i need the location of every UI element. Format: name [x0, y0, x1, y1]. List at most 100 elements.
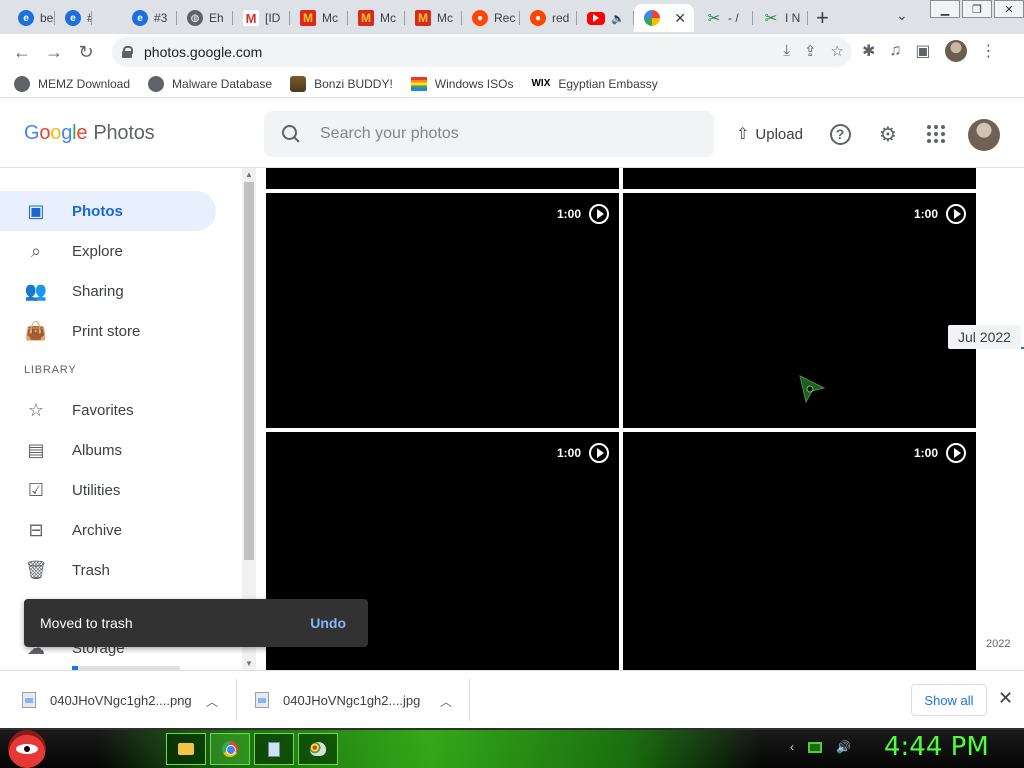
ie-icon: e	[132, 10, 148, 26]
back-button[interactable]: ←	[10, 40, 34, 64]
side-panel-icon[interactable]: ▣	[915, 41, 930, 61]
bookmark-item[interactable]: Bonzi BUDDY!	[290, 75, 393, 92]
forward-button[interactable]: →	[42, 40, 66, 64]
close-icon[interactable]: ✕	[674, 10, 686, 27]
media-control-icon[interactable]: ♫	[889, 42, 901, 60]
reload-button[interactable]: ↻	[74, 40, 98, 64]
video-thumbnail[interactable]: 1:00	[266, 193, 619, 428]
nav-item-favorites[interactable]: ☆ Favorites	[0, 390, 216, 430]
browser-tab[interactable]: e#3	[122, 4, 177, 32]
chevron-up-icon[interactable]: ︿	[440, 693, 452, 710]
install-icon[interactable]: ⤓	[783, 42, 790, 60]
scissors-icon: ✂	[707, 10, 721, 27]
mcdonalds-icon: M	[358, 10, 374, 26]
taskbar-explorer[interactable]	[166, 733, 206, 765]
archive-icon: ⊟	[28, 519, 44, 540]
video-thumbnail[interactable]	[266, 168, 619, 189]
maximize-button[interactable]: ❐	[962, 0, 992, 18]
ie-icon: e	[65, 10, 81, 26]
browser-tab[interactable]: M Mc	[405, 4, 462, 32]
new-tab-button[interactable]: +	[816, 5, 829, 31]
url-text[interactable]: photos.google.com	[144, 44, 262, 60]
browser-tab[interactable]: ● red	[520, 4, 577, 32]
minimize-button[interactable]: ▁	[930, 0, 960, 18]
wix-icon: WIX	[531, 78, 551, 89]
undo-button[interactable]: Undo	[310, 615, 346, 631]
photo-icon: ▣	[27, 200, 45, 221]
nav-scrollbar[interactable]: ▲ ▼	[242, 168, 256, 670]
extensions-icon[interactable]: ✱	[862, 41, 875, 61]
bookmark-item[interactable]: MEMZ Download	[14, 75, 130, 92]
chevron-down-icon[interactable]: ⌄	[896, 7, 908, 24]
video-thumbnail[interactable]	[623, 168, 976, 189]
year-marker[interactable]: 2022	[986, 638, 1010, 650]
search-icon: ⌕	[30, 240, 42, 261]
bookmark-item[interactable]: WIX Egyptian Embassy	[531, 77, 657, 91]
close-window-button[interactable]: ✕	[994, 0, 1024, 18]
scroll-up-arrow[interactable]: ▲	[245, 170, 253, 179]
date-scrubber-label[interactable]: Jul 2022	[948, 325, 1024, 349]
nav-item-utilities[interactable]: ☑ Utilities	[0, 470, 216, 510]
taskbar-clock[interactable]: 4:44 PM	[884, 732, 989, 762]
search-box[interactable]	[264, 111, 714, 157]
lock-icon[interactable]	[122, 46, 133, 58]
video-thumbnail[interactable]: 1:00	[623, 432, 976, 670]
video-duration: 1:00	[914, 443, 966, 463]
scrollbar-thumb[interactable]	[244, 182, 254, 560]
gear-icon: ⚙	[879, 123, 897, 146]
nav-item-sharing[interactable]: 👥 Sharing	[0, 271, 216, 311]
taskbar-paint[interactable]	[298, 733, 338, 765]
download-item[interactable]: 040JHoVNgc1gh2....png	[22, 679, 192, 721]
download-item[interactable]: 040JHoVNgc1gh2....jpg	[255, 679, 420, 721]
address-bar[interactable]: photos.google.com ⤓ ⇪ ☆	[112, 37, 852, 67]
account-avatar[interactable]	[968, 119, 1000, 151]
browser-tab[interactable]: ✂ - /	[696, 4, 753, 32]
browser-tab[interactable]: ● Rec	[462, 4, 520, 32]
chrome-icon	[222, 741, 238, 757]
folder-icon	[178, 743, 194, 755]
browser-tab[interactable]: ✂ I N	[753, 4, 808, 32]
search-icon[interactable]	[282, 125, 300, 143]
show-hidden-icons-icon[interactable]: ‹	[790, 740, 794, 754]
bookmark-star-icon[interactable]: ☆	[831, 42, 844, 60]
nav-item-print-store[interactable]: 👜 Print store	[0, 311, 216, 351]
browser-tab[interactable]: ◍ Eh	[177, 4, 233, 32]
upload-button[interactable]: ⇧ Upload	[736, 124, 803, 144]
chevron-up-icon[interactable]: ︿	[206, 693, 218, 710]
browser-tab[interactable]: e#3	[55, 4, 92, 32]
browser-tab[interactable]: M Mc	[348, 4, 405, 32]
taskbar-notepad[interactable]	[254, 733, 294, 765]
start-button[interactable]	[8, 730, 46, 768]
apps-button[interactable]	[924, 122, 948, 146]
search-input[interactable]	[320, 125, 680, 143]
close-icon[interactable]: ✕	[998, 688, 1013, 709]
nav-item-explore[interactable]: ⌕ Explore	[0, 231, 216, 271]
play-icon	[946, 204, 966, 224]
settings-button[interactable]: ⚙	[876, 122, 900, 146]
volume-icon[interactable]: 🔊	[836, 740, 851, 754]
nav-item-albums[interactable]: ▤ Albums	[0, 430, 216, 470]
browser-tab[interactable]: M [ID	[233, 4, 290, 32]
kebab-menu-icon[interactable]: ⋮	[981, 41, 997, 61]
taskbar-chrome[interactable]	[210, 733, 250, 765]
scroll-down-arrow[interactable]: ▼	[245, 659, 253, 668]
nav-item-archive[interactable]: ⊟ Archive	[0, 510, 216, 550]
paint-icon	[310, 742, 326, 756]
profile-avatar[interactable]	[944, 40, 967, 62]
browser-tab[interactable]: 🔈	[577, 4, 634, 32]
nav-item-trash[interactable]: 🗑 Trash	[0, 550, 216, 590]
bookmark-item[interactable]: Windows ISOs	[410, 76, 513, 91]
windows-icon	[410, 76, 427, 91]
browser-tab-active[interactable]: ✕	[634, 4, 694, 32]
download-shelf: 040JHoVNgc1gh2....png ︿ 040JHoVNgc1gh2..…	[0, 670, 1024, 728]
help-button[interactable]: ?	[828, 122, 852, 146]
share-icon[interactable]: ⇪	[804, 42, 817, 60]
browser-tab[interactable]: M Mc	[290, 4, 348, 32]
browser-tab[interactable]: ebes	[8, 4, 55, 32]
upload-icon: ⇧	[736, 126, 750, 143]
network-icon[interactable]	[808, 741, 822, 753]
google-photos-logo[interactable]: Google Photos	[24, 122, 155, 145]
nav-item-photos[interactable]: ▣ Photos	[0, 191, 216, 231]
bookmark-item[interactable]: Malware Database	[148, 75, 272, 92]
show-all-button[interactable]: Show all	[911, 684, 987, 716]
